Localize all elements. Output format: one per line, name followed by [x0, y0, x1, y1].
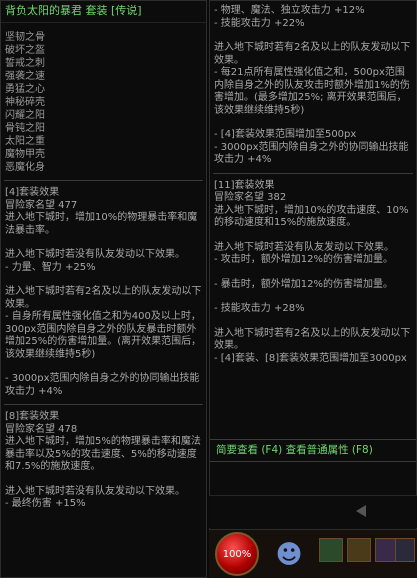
- effect-line: [8]套装效果: [5, 411, 60, 422]
- effect-line: - 3000px范围内除自身之外的协同输出技能攻击力 +4%: [214, 141, 409, 166]
- set-item-name: 坚韧之骨: [5, 32, 45, 43]
- effect-line: - 自身所有属性强化值之和为400及以上时，300px范围内除自身之外的队友暴击…: [5, 311, 202, 360]
- set-item-name: 勇猛之心: [5, 84, 45, 95]
- effect-line: 进入地下城时若没有队友发动以下效果。: [214, 241, 394, 253]
- effect-line: 冒险家名望 477: [5, 199, 78, 211]
- hp-orb: 100%: [215, 532, 259, 576]
- effect-line: [4]套装效果: [5, 187, 60, 198]
- hud-bar: 100% ☻: [209, 530, 417, 578]
- effect-line: - 物理、魔法、独立攻击力 +12%: [214, 5, 365, 16]
- set-effect-section: [4]套装效果 冒险家名望 477 进入地下城时，增加10%的物理暴击率和魔法暴击率…: [1, 187, 206, 398]
- tooltip-footer[interactable]: 简要查看 (F4) 查看普通属性 (F8): [210, 439, 416, 462]
- set-item-name: 骨钝之阳: [5, 123, 45, 134]
- effect-line: 进入地下城时若有2名及以上的队友发动以下效果。: [5, 286, 202, 310]
- skill-slot-icon[interactable]: [319, 538, 343, 562]
- set-item-name: 神秘碎壳: [5, 97, 45, 108]
- set-item-list: 坚韧之骨破坏之盔誓戒之刺强袭之速勇猛之心神秘碎壳闪耀之阳骨钝之阳太阳之重魔物甲壳…: [1, 23, 206, 174]
- effect-line: 进入地下城时若有2名及以上的队友发动以下效果。: [214, 327, 411, 352]
- divider: [213, 172, 413, 174]
- set-title: 背负太阳的暴君 套装 [传说]: [1, 1, 206, 23]
- set-effect-section: [11]套装效果 冒险家名望 382 进入地下城时，增加10%的攻击速度、10%的移…: [210, 180, 416, 366]
- set-effect-section: [8]套装效果 冒险家名望 478 进入地下城时，增加5%的物理暴击率和魔法暴击率以…: [1, 411, 206, 511]
- quick-slot-strip: [209, 495, 417, 528]
- divider: [4, 180, 203, 181]
- set-tooltip-right: - 物理、魔法、独立攻击力 +12% - 技能攻击力 +22% 进入地下城时若有2名…: [209, 0, 417, 530]
- effect-line: 冒险家名望 382: [214, 192, 287, 203]
- effect-line: 进入地下城时若有2名及以上的队友发动以下效果。: [214, 42, 411, 66]
- effect-line: 进入地下城时，增加5%的物理暴击率和魔法暴击率以及5%的攻击速度、5%的移动速度…: [5, 436, 201, 472]
- set-item-name: 魔物甲壳: [5, 149, 45, 160]
- hp-percent: 100%: [222, 549, 252, 560]
- effect-line: - [4]套装、[8]套装效果范围增加至3000px: [214, 352, 407, 364]
- left-effects: [4]套装效果 冒险家名望 477 进入地下城时，增加10%的物理暴击率和魔法暴击率…: [1, 187, 206, 511]
- divider: [4, 404, 203, 405]
- right-effects: - 物理、魔法、独立攻击力 +12% - 技能攻击力 +22% 进入地下城时若有2名…: [210, 1, 416, 365]
- set-tooltip-left: 背负太阳的暴君 套装 [传说] 坚韧之骨破坏之盔誓戒之刺强袭之速勇猛之心神秘碎壳…: [0, 0, 207, 578]
- effect-line: 进入地下城时若没有队友发动以下效果。: [5, 485, 185, 497]
- scroll-left-arrow-icon[interactable]: [356, 505, 366, 517]
- effect-line: 冒险家名望 478: [5, 423, 78, 435]
- effect-line: - 力量、智力 +25%: [5, 261, 96, 273]
- effect-line: 进入地下城时，增加10%的物理暴击率和魔法暴击率。: [5, 212, 198, 236]
- effect-line: - [4]套装效果范围增加至500px: [214, 129, 357, 140]
- effect-line: - 攻击时，额外增加12%的伤害增加量。: [214, 254, 394, 265]
- effect-line: - 技能攻击力 +22%: [214, 17, 305, 29]
- effect-line: - 每21点所有属性强化值之和，500px范围内除自身之外的队友攻击时额外增加1…: [214, 67, 410, 116]
- effect-line: 进入地下城时若没有队友发动以下效果。: [5, 249, 185, 260]
- effect-line: - 3000px范围内除自身之外的协同输出技能攻击力 +4%: [5, 373, 200, 397]
- set-item-name: 誓戒之刺: [5, 58, 45, 69]
- effect-line: 进入地下城时，增加10%的攻击速度、10%的移动速度和15%的施放速度。: [214, 204, 409, 229]
- effect-line: - 技能攻击力 +28%: [214, 303, 305, 314]
- set-item-name: 强袭之速: [5, 71, 45, 82]
- skill-slot-icon[interactable]: [395, 538, 415, 562]
- mascot-icon: ☻: [275, 540, 303, 570]
- effect-line: - 最终伤害 +15%: [5, 498, 86, 509]
- effect-line: [11]套装效果: [214, 179, 275, 191]
- effect-line: - 暴击时，额外增加12%的伤害增加量。: [214, 278, 394, 290]
- set-effect-section: - 物理、魔法、独立攻击力 +12% - 技能攻击力 +22% 进入地下城时若有2名…: [210, 5, 416, 167]
- set-item-name: 闪耀之阳: [5, 110, 45, 121]
- skill-slot-icon[interactable]: [347, 538, 371, 562]
- set-item-name: 破坏之盔: [5, 45, 45, 56]
- set-item-name: 恶魔化身: [5, 162, 45, 173]
- set-item-name: 太阳之重: [5, 136, 45, 147]
